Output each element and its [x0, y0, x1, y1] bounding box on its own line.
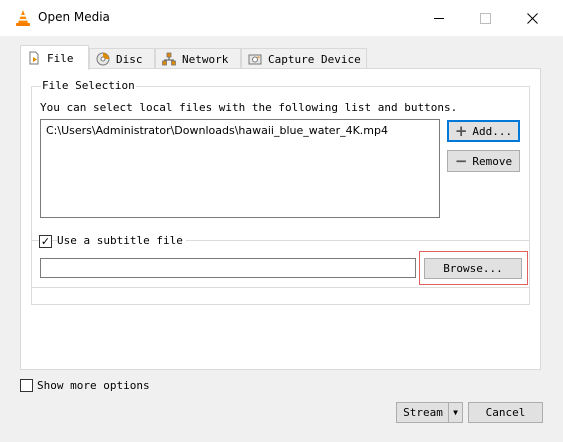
minus-icon: −: [454, 151, 468, 170]
subtitle-file-input[interactable]: [40, 258, 416, 278]
tab-disc-label: Disc: [116, 52, 143, 66]
add-button-label: Add...: [472, 124, 513, 138]
plus-icon: +: [454, 121, 468, 140]
file-selection-title: File Selection: [41, 79, 136, 92]
minimize-button[interactable]: [416, 0, 461, 36]
stream-button-label: Stream: [403, 406, 443, 419]
file-list-item[interactable]: C:\Users\Administrator\Downloads\hawaii_…: [46, 124, 388, 137]
stream-dropdown-button[interactable]: ▼: [448, 402, 463, 423]
use-subtitle-checkbox[interactable]: ✓: [39, 235, 52, 248]
stream-button[interactable]: Stream: [396, 402, 449, 423]
tab-capture-device-label: Capture Device: [268, 52, 361, 66]
tab-file-label: File: [47, 51, 74, 65]
file-selection-helper-text: You can select local files with the foll…: [40, 101, 458, 114]
network-icon: [162, 52, 176, 66]
maximize-icon: [480, 12, 491, 24]
show-more-options-checkbox[interactable]: [20, 379, 33, 392]
remove-button-label: Remove: [472, 154, 513, 168]
cancel-button-label: Cancel: [485, 406, 526, 419]
close-icon: [527, 12, 538, 24]
checkmark-icon: ✓: [40, 235, 51, 248]
use-subtitle-label[interactable]: Use a subtitle file: [57, 234, 186, 247]
title-bar: Open Media: [0, 0, 563, 36]
add-button[interactable]: + Add...: [447, 120, 520, 142]
tab-network-label: Network: [182, 52, 229, 66]
maximize-button[interactable]: [463, 0, 508, 36]
show-more-options-label[interactable]: Show more options: [37, 379, 150, 392]
file-list[interactable]: C:\Users\Administrator\Downloads\hawaii_…: [40, 119, 440, 218]
browse-button-label: Browse...: [443, 262, 503, 275]
window-title: Open Media: [38, 10, 110, 24]
cancel-button[interactable]: Cancel: [468, 402, 543, 423]
tab-network[interactable]: Network: [155, 48, 241, 69]
tab-capture-device[interactable]: Capture Device: [241, 48, 367, 69]
close-button[interactable]: [510, 0, 555, 36]
open-media-dialog: Open Media File Disc Network Capture Dev…: [0, 0, 563, 442]
capture-device-icon: [248, 54, 262, 65]
vlc-cone-icon: [16, 10, 30, 26]
tab-file[interactable]: File: [20, 45, 89, 70]
tab-disc[interactable]: Disc: [89, 48, 155, 69]
disc-icon: [96, 52, 110, 66]
chevron-down-icon: ▼: [453, 408, 458, 417]
browse-button[interactable]: Browse...: [424, 258, 522, 279]
remove-button[interactable]: − Remove: [447, 150, 520, 172]
minimize-icon: [433, 17, 444, 19]
file-icon: [29, 51, 39, 65]
file-tab-panel: File Selection You can select local file…: [20, 68, 541, 370]
